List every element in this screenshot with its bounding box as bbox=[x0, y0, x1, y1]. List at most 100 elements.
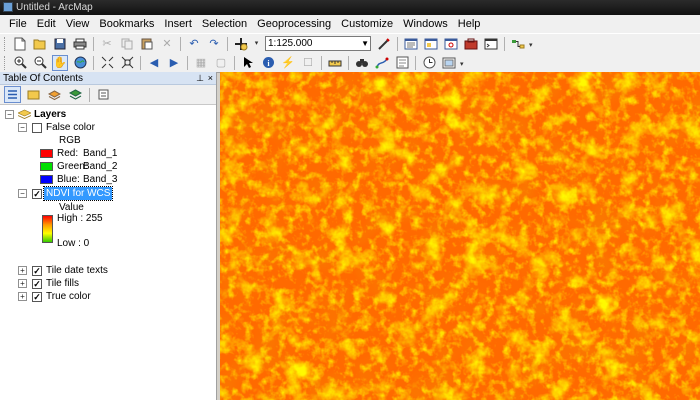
legend-band-label: Band_1 bbox=[83, 148, 118, 159]
arctoolbox-icon[interactable] bbox=[463, 36, 479, 52]
layer-false-color[interactable]: − False color bbox=[0, 121, 217, 134]
layers-icon bbox=[18, 109, 31, 119]
menu-customize[interactable]: Customize bbox=[336, 15, 398, 33]
menu-bookmarks[interactable]: Bookmarks bbox=[94, 15, 159, 33]
pan-icon[interactable]: ✋ bbox=[52, 54, 68, 71]
map-view[interactable] bbox=[220, 72, 700, 400]
select-features-icon[interactable]: ▦ bbox=[193, 55, 209, 71]
back-extent-icon[interactable]: ◀ bbox=[146, 55, 162, 71]
cut-icon[interactable]: ✂ bbox=[99, 36, 115, 52]
menu-file[interactable]: File bbox=[4, 15, 32, 33]
save-icon[interactable] bbox=[52, 36, 68, 52]
menu-edit[interactable]: Edit bbox=[32, 15, 61, 33]
measure-icon[interactable] bbox=[327, 55, 343, 71]
map-scale-dropdown[interactable]: 1:125.000 ▼ bbox=[265, 36, 371, 51]
layer-tile-date-texts[interactable]: + ✓ Tile date texts bbox=[0, 264, 217, 277]
zoom-out-icon[interactable] bbox=[32, 55, 48, 71]
layer-visibility-checkbox[interactable] bbox=[32, 123, 42, 133]
toolbar-overflow-icon[interactable]: ▾ bbox=[529, 41, 535, 53]
catalog-icon[interactable] bbox=[423, 36, 439, 52]
toc-title: Table Of Contents bbox=[3, 73, 84, 84]
toolbar-separator bbox=[227, 36, 228, 51]
clear-selection-icon[interactable]: ▢ bbox=[213, 55, 229, 71]
menu-view[interactable]: View bbox=[61, 15, 95, 33]
toc-toolbar bbox=[0, 85, 216, 105]
layer-visibility-checkbox[interactable]: ✓ bbox=[32, 266, 42, 276]
menu-insert[interactable]: Insert bbox=[159, 15, 197, 33]
find-icon[interactable] bbox=[354, 55, 370, 71]
undo-icon[interactable]: ↶ bbox=[186, 36, 202, 52]
expand-icon[interactable]: + bbox=[18, 266, 27, 275]
list-by-selection-icon[interactable] bbox=[67, 86, 84, 103]
layer-visibility-checkbox[interactable]: ✓ bbox=[32, 292, 42, 302]
add-data-icon[interactable] bbox=[233, 36, 249, 52]
find-route-icon[interactable] bbox=[374, 55, 390, 71]
expand-icon[interactable]: + bbox=[18, 292, 27, 301]
layer-true-color[interactable]: + ✓ True color bbox=[0, 290, 217, 303]
toolbar-grip[interactable] bbox=[4, 36, 7, 51]
options-icon[interactable] bbox=[95, 86, 112, 103]
pin-icon[interactable]: ⊥ bbox=[196, 72, 204, 85]
delete-icon[interactable]: ✕ bbox=[159, 36, 175, 52]
collapse-icon[interactable]: − bbox=[18, 189, 27, 198]
list-by-visibility-icon[interactable] bbox=[46, 86, 63, 103]
legend-high-label: High : 255 bbox=[57, 213, 103, 224]
time-slider-icon[interactable] bbox=[421, 55, 437, 71]
identify-icon[interactable]: i bbox=[260, 55, 276, 71]
redo-icon[interactable]: ↷ bbox=[206, 36, 222, 52]
toolbar-separator bbox=[415, 55, 416, 70]
fixed-zoom-in-icon[interactable] bbox=[99, 55, 115, 71]
layer-visibility-checkbox[interactable]: ✓ bbox=[32, 279, 42, 289]
create-viewer-window-icon[interactable] bbox=[441, 55, 457, 71]
layer-label-selected[interactable]: NDVI for WCS bbox=[42, 186, 114, 201]
toolbar-grip[interactable] bbox=[4, 55, 7, 70]
legend-band-label: Band_2 bbox=[83, 161, 118, 172]
menu-windows[interactable]: Windows bbox=[398, 15, 453, 33]
editor-toolbar-icon[interactable] bbox=[376, 36, 392, 52]
search-window-icon[interactable] bbox=[443, 36, 459, 52]
close-icon[interactable]: × bbox=[208, 72, 213, 85]
legend-channel-label: Red: bbox=[57, 148, 79, 159]
fixed-zoom-out-icon[interactable] bbox=[119, 55, 135, 71]
list-by-drawing-order-icon[interactable] bbox=[4, 86, 21, 103]
toc-title-bar: Table Of Contents ⊥ × bbox=[0, 72, 216, 85]
toolbar-overflow-icon[interactable]: ▾ bbox=[460, 60, 466, 72]
collapse-icon[interactable]: − bbox=[5, 110, 14, 119]
python-window-icon[interactable] bbox=[483, 36, 499, 52]
tools-toolbar: ✋ ◀ ▶ ▦ ▢ i ⚡ ☐ ▾ bbox=[0, 53, 700, 73]
zoom-in-icon[interactable] bbox=[12, 55, 28, 71]
table-of-contents-icon[interactable] bbox=[403, 36, 419, 52]
menu-help[interactable]: Help bbox=[453, 15, 486, 33]
layer-label: Tile date texts bbox=[46, 265, 108, 276]
toolbar-separator bbox=[140, 55, 141, 70]
expand-icon[interactable]: + bbox=[18, 279, 27, 288]
copy-icon[interactable] bbox=[119, 36, 135, 52]
html-popup-icon[interactable]: ☐ bbox=[300, 55, 316, 71]
layer-visibility-checkbox[interactable]: ✓ bbox=[32, 189, 42, 199]
go-to-xy-icon[interactable] bbox=[394, 55, 410, 71]
layer-tile-fills[interactable]: + ✓ Tile fills bbox=[0, 277, 217, 290]
toolbar-separator bbox=[348, 55, 349, 70]
select-elements-icon[interactable] bbox=[240, 55, 256, 71]
new-document-icon[interactable] bbox=[12, 36, 28, 52]
model-builder-icon[interactable] bbox=[510, 36, 526, 52]
paste-icon[interactable] bbox=[139, 36, 155, 52]
collapse-icon[interactable]: − bbox=[18, 123, 27, 132]
full-extent-icon[interactable] bbox=[72, 55, 88, 71]
forward-extent-icon[interactable]: ▶ bbox=[166, 55, 182, 71]
ndvi-raster-image bbox=[220, 72, 700, 400]
layer-ndvi-for-wcs[interactable]: − ✓ NDVI for WCS bbox=[0, 186, 217, 201]
open-folder-icon[interactable] bbox=[32, 36, 48, 52]
toc-layer-tree: − Layers − False color RGB Red: Band_1 G… bbox=[0, 105, 216, 400]
print-icon[interactable] bbox=[72, 36, 88, 52]
legend-swatch-green bbox=[40, 162, 53, 171]
menu-geoprocessing[interactable]: Geoprocessing bbox=[252, 15, 336, 33]
legend-rgb-label: RGB bbox=[59, 135, 81, 146]
map-scale-value: 1:125.000 bbox=[268, 38, 313, 49]
hyperlink-icon[interactable]: ⚡ bbox=[280, 55, 296, 71]
list-by-source-icon[interactable] bbox=[25, 86, 42, 103]
layers-root-row[interactable]: − Layers bbox=[0, 108, 217, 121]
legend-band-label: Band_3 bbox=[83, 174, 118, 185]
chevron-down-icon[interactable]: ▾ bbox=[253, 36, 260, 52]
menu-selection[interactable]: Selection bbox=[197, 15, 252, 33]
